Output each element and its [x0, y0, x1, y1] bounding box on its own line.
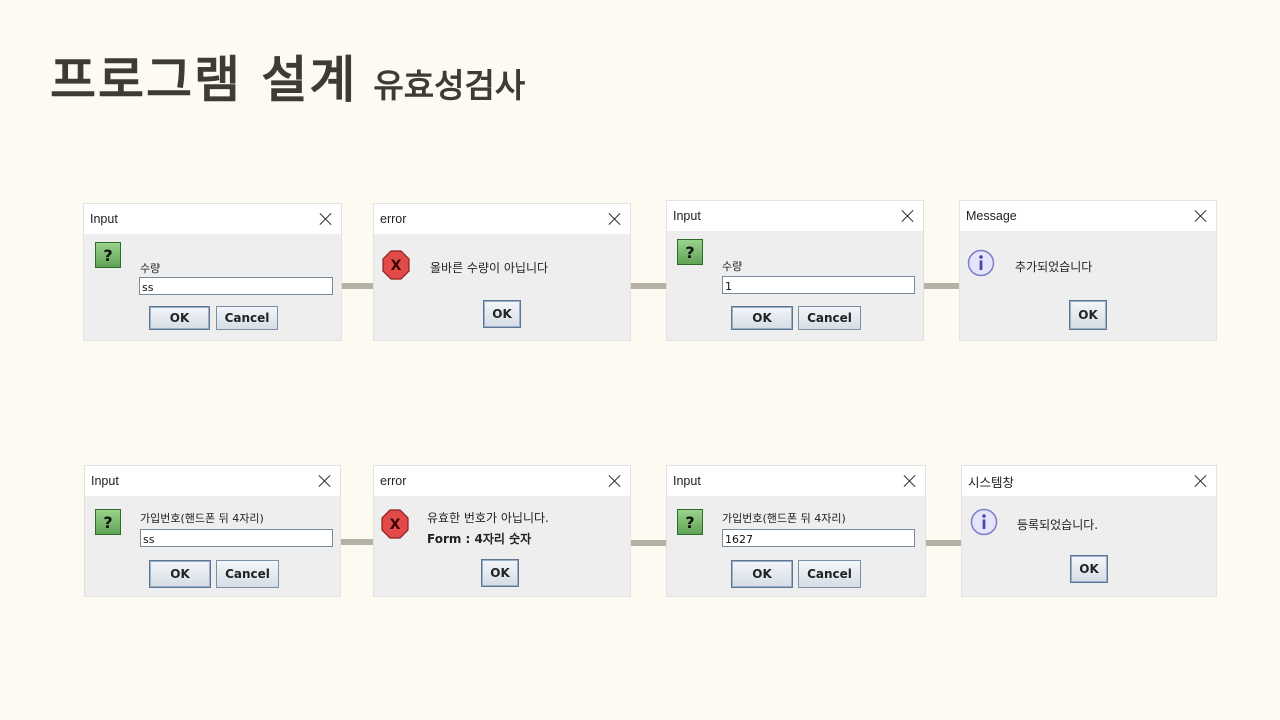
- quantity-input[interactable]: [722, 276, 915, 294]
- connector: [631, 540, 666, 546]
- system-dialog: 시스템창 등록되었습니다. OK: [961, 465, 1217, 597]
- dialog-title: error: [380, 212, 407, 226]
- ok-button[interactable]: OK: [1070, 555, 1108, 583]
- member-number-input[interactable]: [722, 529, 915, 547]
- page-title-main: 프로그램 설계: [50, 51, 358, 109]
- error-message-line1: 유효한 번호가 아닙니다.: [427, 511, 549, 525]
- error-dialog: error X 올바른 수량이 아닙니다 OK: [373, 203, 631, 341]
- error-icon: X: [382, 250, 410, 280]
- dialog-titlebar: Input: [667, 201, 923, 231]
- dialog-title: Input: [90, 212, 118, 226]
- dialog-titlebar: error: [374, 466, 630, 496]
- dialog-title: Input: [673, 474, 701, 488]
- info-message: 등록되었습니다.: [1017, 518, 1099, 532]
- error-message-line2: Form : 4자리 숫자: [427, 532, 532, 546]
- error-dialog: error X 유효한 번호가 아닙니다. Form : 4자리 숫자 OK: [373, 465, 631, 597]
- input-dialog: Input ? 수량 OK Cancel: [83, 203, 342, 341]
- page-title-sub: 유효성검사: [373, 66, 526, 105]
- dialog-title: Message: [966, 209, 1017, 223]
- connector: [924, 283, 959, 289]
- ok-button[interactable]: OK: [731, 306, 793, 330]
- quantity-input[interactable]: [139, 277, 333, 295]
- cancel-button[interactable]: Cancel: [798, 560, 861, 588]
- message-dialog: Message 추가되었습니다 OK: [959, 200, 1217, 341]
- question-icon: ?: [677, 239, 703, 265]
- close-icon[interactable]: [316, 472, 334, 490]
- member-number-input[interactable]: [140, 529, 333, 547]
- svg-text:X: X: [390, 517, 401, 533]
- ok-button[interactable]: OK: [149, 560, 211, 588]
- ok-button[interactable]: OK: [481, 559, 519, 587]
- close-icon[interactable]: [1192, 472, 1210, 490]
- ok-button[interactable]: OK: [1069, 300, 1107, 330]
- connector: [341, 539, 373, 545]
- close-icon[interactable]: [899, 207, 917, 225]
- question-icon: ?: [677, 509, 703, 535]
- dialog-titlebar: 시스템창: [962, 466, 1216, 496]
- error-message: 올바른 수량이 아닙니다: [430, 261, 549, 275]
- ok-button[interactable]: OK: [149, 306, 210, 330]
- connector: [342, 283, 373, 289]
- cancel-button[interactable]: Cancel: [798, 306, 861, 330]
- input-label: 수량: [140, 262, 161, 275]
- input-label: 가입번호(핸드폰 뒤 4자리): [140, 512, 264, 525]
- close-icon[interactable]: [606, 210, 624, 228]
- input-dialog: Input ? 가입번호(핸드폰 뒤 4자리) OK Cancel: [666, 465, 926, 597]
- dialog-title: Input: [91, 474, 119, 488]
- ok-button[interactable]: OK: [731, 560, 793, 588]
- dialog-titlebar: Input: [667, 466, 925, 496]
- dialog-titlebar: Message: [960, 201, 1216, 231]
- info-message: 추가되었습니다: [1015, 260, 1093, 274]
- close-icon[interactable]: [606, 472, 624, 490]
- question-icon: ?: [95, 509, 121, 535]
- dialog-title: 시스템창: [968, 475, 1015, 490]
- close-icon[interactable]: [901, 472, 919, 490]
- cancel-button[interactable]: Cancel: [216, 306, 278, 330]
- connector: [631, 283, 666, 289]
- close-icon[interactable]: [317, 210, 335, 228]
- dialog-titlebar: Input: [85, 466, 340, 496]
- close-icon[interactable]: [1192, 207, 1210, 225]
- info-icon: [970, 508, 998, 536]
- connector: [926, 540, 961, 546]
- dialog-title: error: [380, 474, 407, 488]
- cancel-button[interactable]: Cancel: [216, 560, 279, 588]
- dialog-title: Input: [673, 209, 701, 223]
- input-dialog: Input ? 수량 OK Cancel: [666, 200, 924, 341]
- input-dialog: Input ? 가입번호(핸드폰 뒤 4자리) OK Cancel: [84, 465, 341, 597]
- input-label: 가입번호(핸드폰 뒤 4자리): [722, 512, 846, 525]
- ok-button[interactable]: OK: [483, 300, 521, 328]
- page-title: 프로그램 설계 유효성검사: [50, 40, 525, 110]
- svg-text:X: X: [391, 258, 402, 274]
- error-icon: X: [381, 509, 409, 539]
- dialog-titlebar: Input: [84, 204, 341, 234]
- info-icon: [967, 249, 995, 277]
- dialog-titlebar: error: [374, 204, 630, 234]
- input-label: 수량: [722, 260, 743, 273]
- question-icon: ?: [95, 242, 121, 268]
